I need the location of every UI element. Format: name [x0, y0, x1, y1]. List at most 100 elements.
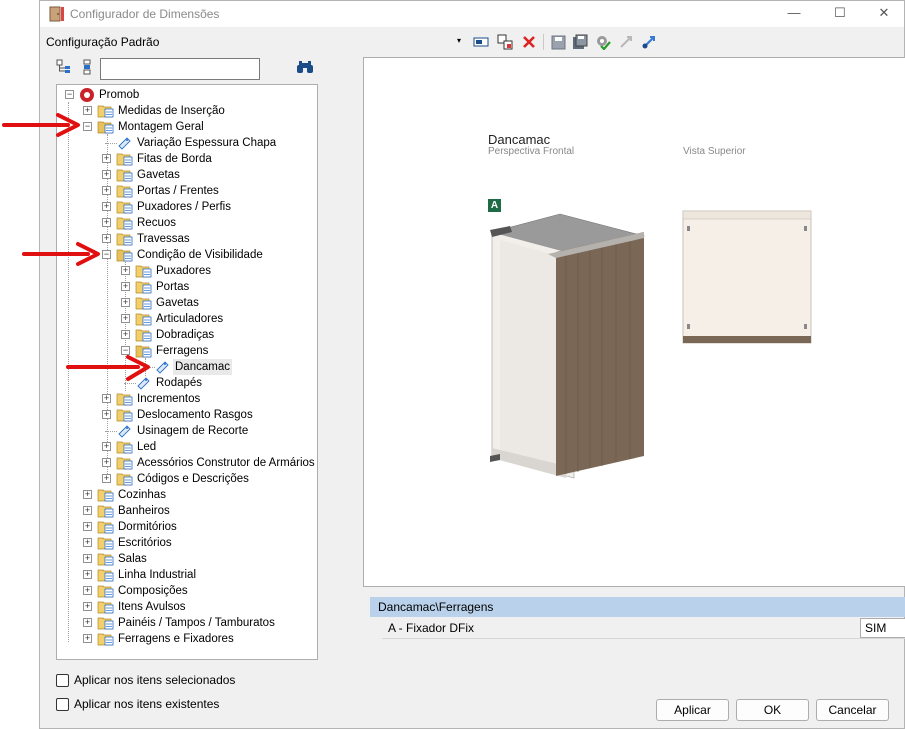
expand-icon[interactable]: + [102, 186, 111, 195]
tree-node[interactable]: + Articuladores [57, 311, 317, 327]
binoculars-search-icon[interactable] [296, 60, 314, 74]
expand-icon[interactable]: + [102, 394, 111, 403]
tree-node[interactable]: + Deslocamento Rasgos [57, 407, 317, 423]
apply-button[interactable]: Aplicar [656, 699, 729, 721]
tree-node[interactable]: + Incrementos [57, 391, 317, 407]
tree-node[interactable]: + Salas [57, 551, 317, 567]
delete-icon[interactable] [520, 33, 538, 51]
tree-node[interactable]: + Dobradiças [57, 327, 317, 343]
close-button[interactable]: ✕ [862, 1, 905, 27]
red-arrow-icon [66, 355, 150, 381]
tree-node[interactable]: + Portas [57, 279, 317, 295]
tree-node[interactable]: + Led [57, 439, 317, 455]
folder-icon [116, 456, 133, 470]
tree-node[interactable]: + Gavetas [57, 167, 317, 183]
expand-icon[interactable]: + [83, 522, 92, 531]
tree-node[interactable]: + Puxadores / Perfis [57, 199, 317, 215]
minimize-button[interactable]: — [772, 1, 816, 27]
tree-node-label: Recuos [137, 217, 176, 229]
tree-node[interactable]: + Composições [57, 583, 317, 599]
expand-icon[interactable]: + [102, 234, 111, 243]
configuration-dropdown-icon[interactable]: ▾ [457, 36, 461, 45]
tree-node[interactable]: + Itens Avulsos [57, 599, 317, 615]
expand-icon[interactable]: + [83, 554, 92, 563]
expand-icon[interactable]: + [83, 490, 92, 499]
tree-node[interactable]: + Recuos [57, 215, 317, 231]
property-name: A - Fixador DFix [388, 621, 475, 635]
expand-icon[interactable]: + [102, 410, 111, 419]
expand-icon[interactable]: + [102, 202, 111, 211]
expand-icon[interactable]: + [83, 602, 92, 611]
expand-icon[interactable]: + [83, 506, 92, 515]
expand-icon[interactable]: + [102, 170, 111, 179]
tree-node[interactable]: + Gavetas [57, 295, 317, 311]
settings-check-icon[interactable] [594, 33, 612, 51]
expand-icon[interactable]: + [121, 314, 130, 323]
expand-icon[interactable]: + [83, 618, 92, 627]
tree-node[interactable]: − Montagem Geral [57, 119, 317, 135]
property-value: SIM [865, 621, 887, 635]
tree-node-label: Códigos e Descrições [137, 473, 249, 485]
tree-node[interactable]: + Painéis / Tampos / Tamburatos [57, 615, 317, 631]
tree-node-label: Banheiros [118, 505, 170, 517]
folder-icon [116, 472, 133, 486]
configuration-select[interactable]: Configuração Padrão [46, 35, 159, 49]
tree-node[interactable]: + Fitas de Borda [57, 151, 317, 167]
tree-node[interactable]: + Ferragens e Fixadores [57, 631, 317, 647]
apply-existing-label: Aplicar nos itens existentes [74, 697, 220, 711]
tree-node-label: Cozinhas [118, 489, 166, 501]
folder-icon [97, 600, 114, 614]
property-group-header[interactable]: Dancamac\Ferragens ︽ [370, 597, 905, 617]
configurator-window: Configurador de Dimensões — ☐ ✕ Configur… [39, 0, 905, 729]
tree-node[interactable]: + Banheiros [57, 503, 317, 519]
tree-search-input[interactable] [100, 58, 260, 80]
property-value-select[interactable]: SIM ⌵ [860, 618, 905, 638]
cancel-button[interactable]: Cancelar [816, 699, 889, 721]
collapse-all-icon[interactable] [56, 59, 72, 75]
tree-node[interactable]: + Escritórios [57, 535, 317, 551]
collapse-icon[interactable]: − [83, 122, 92, 131]
expand-icon[interactable]: + [102, 474, 111, 483]
folder-icon [97, 616, 114, 630]
expand-icon[interactable]: + [102, 442, 111, 451]
tree-node[interactable]: + Cozinhas [57, 487, 317, 503]
checkbox-box[interactable] [56, 697, 69, 711]
maximize-button[interactable]: ☐ [818, 1, 862, 27]
save-icon[interactable] [549, 33, 567, 51]
tree-node[interactable]: + Linha Industrial [57, 567, 317, 583]
tree-node[interactable]: + Portas / Frentes [57, 183, 317, 199]
expand-all-icon[interactable] [82, 59, 92, 75]
expand-icon[interactable]: + [83, 570, 92, 579]
tree-node[interactable]: Usinagem de Recorte [57, 423, 317, 439]
import-disabled-icon[interactable] [617, 33, 635, 51]
tree-node-label: Dancamac [173, 359, 232, 375]
tree-node[interactable]: + Códigos e Descrições [57, 471, 317, 487]
expand-icon[interactable]: + [83, 586, 92, 595]
expand-icon[interactable]: + [83, 634, 92, 643]
checkbox-box[interactable] [56, 673, 69, 687]
expand-icon[interactable]: + [83, 538, 92, 547]
tree-node[interactable]: + Dormitórios [57, 519, 317, 535]
expand-icon[interactable]: + [102, 218, 111, 227]
ok-button[interactable]: OK [736, 699, 809, 721]
expand-icon[interactable]: + [121, 330, 130, 339]
folder-icon [135, 296, 152, 310]
copy-config-icon[interactable] [496, 33, 514, 51]
expand-icon[interactable]: + [121, 298, 130, 307]
tree-node-label: Escritórios [118, 537, 172, 549]
expand-icon[interactable]: + [102, 154, 111, 163]
tree-node[interactable]: + Medidas de Inserção [57, 103, 317, 119]
tree-node-label: Dobradiças [156, 329, 215, 341]
expand-icon[interactable]: + [121, 282, 130, 291]
save-as-icon[interactable] [571, 33, 589, 51]
rename-config-icon[interactable] [472, 33, 490, 51]
apply-selected-checkbox[interactable]: Aplicar nos itens selecionados [56, 673, 235, 687]
tree-node[interactable]: Variação Espessura Chapa [57, 135, 317, 151]
expand-icon[interactable]: + [102, 458, 111, 467]
export-icon[interactable] [640, 33, 658, 51]
expand-icon[interactable]: + [121, 266, 130, 275]
apply-existing-checkbox[interactable]: Aplicar nos itens existentes [56, 697, 219, 711]
tree-node[interactable]: + Acessórios Construtor de Armários [57, 455, 317, 471]
expand-icon[interactable]: + [83, 106, 92, 115]
collapse-icon[interactable]: − [102, 250, 111, 259]
